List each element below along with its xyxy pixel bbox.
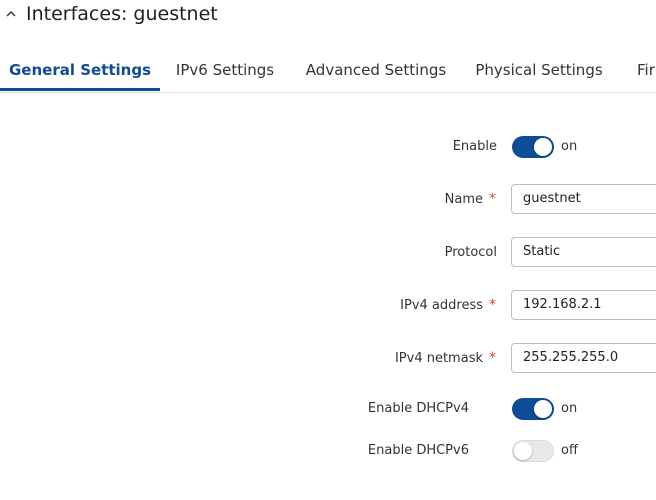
active-tab-indicator bbox=[0, 88, 160, 91]
protocol-select[interactable]: Static bbox=[511, 237, 656, 267]
enable-dhcpv6-state: off bbox=[561, 443, 578, 458]
enable-dhcpv4-toggle[interactable] bbox=[512, 398, 554, 420]
chevron-up-icon[interactable] bbox=[6, 9, 16, 19]
enable-dhcpv4-state: on bbox=[561, 401, 578, 416]
ipv4-netmask-input[interactable]: 255.255.255.0 bbox=[511, 343, 656, 373]
section-header[interactable]: Interfaces: guestnet bbox=[0, 0, 656, 32]
row-ipv4-netmask: IPv4 netmask * 255.255.255.0 bbox=[0, 341, 656, 377]
enable-toggle[interactable] bbox=[512, 136, 554, 158]
tab-firewall-settings[interactable]: Fir bbox=[637, 50, 656, 90]
protocol-label: Protocol bbox=[444, 245, 497, 260]
required-mark: * bbox=[489, 297, 496, 313]
row-enable-dhcpv6: Enable DHCPv6 off bbox=[0, 433, 656, 469]
row-enable: Enable on bbox=[0, 129, 656, 165]
row-enable-dhcpv4: Enable DHCPv4 on bbox=[0, 391, 656, 427]
tab-advanced-settings[interactable]: Advanced Settings bbox=[300, 50, 452, 90]
row-protocol: Protocol Static bbox=[0, 235, 656, 271]
name-label: Name bbox=[444, 192, 483, 207]
ipv4-netmask-label: IPv4 netmask bbox=[394, 351, 483, 366]
enable-dhcpv6-toggle[interactable] bbox=[512, 440, 554, 462]
row-name: Name * guestnet bbox=[0, 182, 656, 218]
toggle-knob bbox=[534, 138, 552, 156]
tab-general-settings[interactable]: General Settings bbox=[0, 50, 160, 90]
ipv4-address-input[interactable]: 192.168.2.1 bbox=[511, 290, 656, 320]
tab-bar: General Settings IPv6 Settings Advanced … bbox=[0, 50, 656, 93]
tab-physical-settings[interactable]: Physical Settings bbox=[468, 50, 610, 90]
row-ipv4-address: IPv4 address * 192.168.2.1 bbox=[0, 288, 656, 324]
enable-label: Enable bbox=[452, 139, 497, 154]
name-input[interactable]: guestnet bbox=[511, 184, 656, 214]
toggle-knob bbox=[534, 400, 552, 418]
enable-state: on bbox=[561, 139, 578, 154]
enable-dhcpv6-label: Enable DHCPv6 bbox=[367, 443, 469, 458]
ipv4-address-label: IPv4 address bbox=[400, 298, 483, 313]
required-mark: * bbox=[489, 350, 496, 366]
page: Interfaces: guestnet General Settings IP… bbox=[0, 0, 656, 500]
tab-ipv6-settings[interactable]: IPv6 Settings bbox=[165, 50, 285, 90]
required-mark: * bbox=[489, 191, 496, 207]
toggle-knob bbox=[514, 442, 532, 460]
enable-dhcpv4-label: Enable DHCPv4 bbox=[367, 401, 469, 416]
page-title: Interfaces: guestnet bbox=[26, 3, 218, 25]
